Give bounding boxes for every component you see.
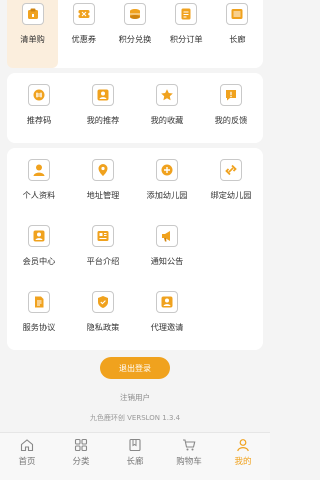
menu-item-my-referrals[interactable]: 我的推荐	[71, 73, 135, 139]
menu-item-label: 推荐码	[26, 115, 52, 125]
feedback-icon	[220, 84, 242, 106]
tab-gallery[interactable]: 长廊	[108, 433, 162, 480]
megaphone-icon	[156, 225, 178, 247]
tab-label: 我的	[234, 457, 252, 467]
menu-item-platform-intro[interactable]: 平台介绍	[71, 214, 135, 280]
profile-icon	[28, 159, 50, 181]
member-icon	[28, 225, 50, 247]
menu-item-label: 我的收藏	[150, 115, 184, 125]
menu-item-label: 我的反馈	[214, 115, 248, 125]
menu-item-label: 地址管理	[86, 190, 120, 200]
quick-item-label: 优惠券	[71, 34, 97, 44]
logout-button[interactable]: 退出登录	[100, 357, 170, 379]
platform-info-icon	[92, 225, 114, 247]
tab-mine[interactable]: 我的	[216, 433, 270, 480]
menu-item-label: 我的推荐	[86, 115, 120, 125]
agent-invite-icon	[156, 291, 178, 313]
add-icon	[156, 159, 178, 181]
shield-icon	[92, 291, 114, 313]
star-icon	[156, 84, 178, 106]
quick-item-shopping-list[interactable]: 清单购	[7, 0, 59, 68]
menu-item-label: 绑定幼儿园	[210, 190, 252, 200]
menu-item-my-favorites[interactable]: 我的收藏	[135, 73, 199, 139]
location-pin-icon	[92, 159, 114, 181]
menu-item-label: 添加幼儿园	[146, 190, 188, 200]
quick-item-coupon[interactable]: 优惠券	[58, 0, 109, 68]
quick-item-label: 积分订单	[169, 34, 203, 44]
menu-item-label: 会员中心	[22, 256, 56, 266]
tab-label: 首页	[18, 457, 36, 467]
menu-item-label: 隐私政策	[86, 322, 120, 332]
quick-item-points-order[interactable]: 积分订单	[161, 0, 212, 68]
coupon-icon	[72, 3, 95, 25]
menu-item-service-agreement[interactable]: 服务协议	[7, 280, 71, 346]
home-icon	[20, 439, 34, 452]
menu-item-referral-code[interactable]: 推荐码	[7, 73, 71, 139]
shopping-list-icon	[21, 3, 44, 25]
quick-item-gallery[interactable]: 长廊	[212, 0, 263, 68]
gallery-icon	[226, 3, 249, 25]
my-referrals-icon	[92, 84, 114, 106]
menu-item-profile[interactable]: 个人资料	[7, 148, 71, 214]
menu-item-label: 服务协议	[22, 322, 56, 332]
menu-item-announcements[interactable]: 通知公告	[135, 214, 199, 280]
agreement-icon	[28, 291, 50, 313]
menu-item-label: 通知公告	[150, 256, 184, 266]
category-icon	[74, 438, 88, 452]
menu-item-empty	[199, 214, 263, 280]
menu-item-privacy-policy[interactable]: 隐私政策	[71, 280, 135, 346]
tab-category[interactable]: 分类	[54, 433, 108, 480]
menu-item-member-center[interactable]: 会员中心	[7, 214, 71, 280]
menu-item-my-feedback[interactable]: 我的反馈	[199, 73, 263, 139]
menu-item-agent-invite[interactable]: 代理邀请	[135, 280, 199, 346]
quick-item-points-exchange[interactable]: 积分兑换	[109, 0, 160, 68]
menu-item-label: 代理邀请	[150, 322, 184, 332]
points-order-icon	[175, 3, 198, 25]
tab-home[interactable]: 首页	[0, 433, 54, 480]
quick-item-label: 积分兑换	[118, 34, 152, 44]
menu-item-label: 个人资料	[22, 190, 56, 200]
personal-menu-card: 推荐码 我的推荐 我的收藏 我的反馈	[7, 73, 263, 143]
bottom-tab-bar: 首页 分类 长廊 购物车 我的	[0, 432, 270, 480]
cart-icon	[183, 439, 196, 451]
tab-label: 分类	[72, 457, 90, 467]
points-exchange-icon	[123, 3, 146, 25]
gallery-tab-icon	[129, 438, 141, 452]
quick-item-label: 长廊	[229, 34, 246, 44]
quick-item-label: 清单购	[20, 34, 45, 44]
referral-code-icon	[28, 84, 50, 106]
quick-menu-card: 清单购 优惠券 积分兑换 积分订单 长廊	[7, 0, 263, 68]
cancel-account-link[interactable]: 注销用户	[0, 392, 270, 403]
link-icon	[220, 159, 242, 181]
menu-item-bind-kindergarten[interactable]: 绑定幼儿园	[199, 148, 263, 214]
menu-item-address[interactable]: 地址管理	[71, 148, 135, 214]
services-card: 个人资料 地址管理 添加幼儿园 绑定幼儿园 会员中心 平台介绍 通知公告 服务协…	[7, 148, 263, 350]
person-icon	[237, 439, 249, 452]
tab-label: 长廊	[126, 457, 144, 467]
tab-label: 购物车	[176, 457, 202, 467]
tab-cart[interactable]: 购物车	[162, 433, 216, 480]
menu-item-add-kindergarten[interactable]: 添加幼儿园	[135, 148, 199, 214]
menu-item-label: 平台介绍	[86, 256, 120, 266]
version-text: 九色鹿环创 VERSLON 1.3.4	[89, 414, 181, 422]
